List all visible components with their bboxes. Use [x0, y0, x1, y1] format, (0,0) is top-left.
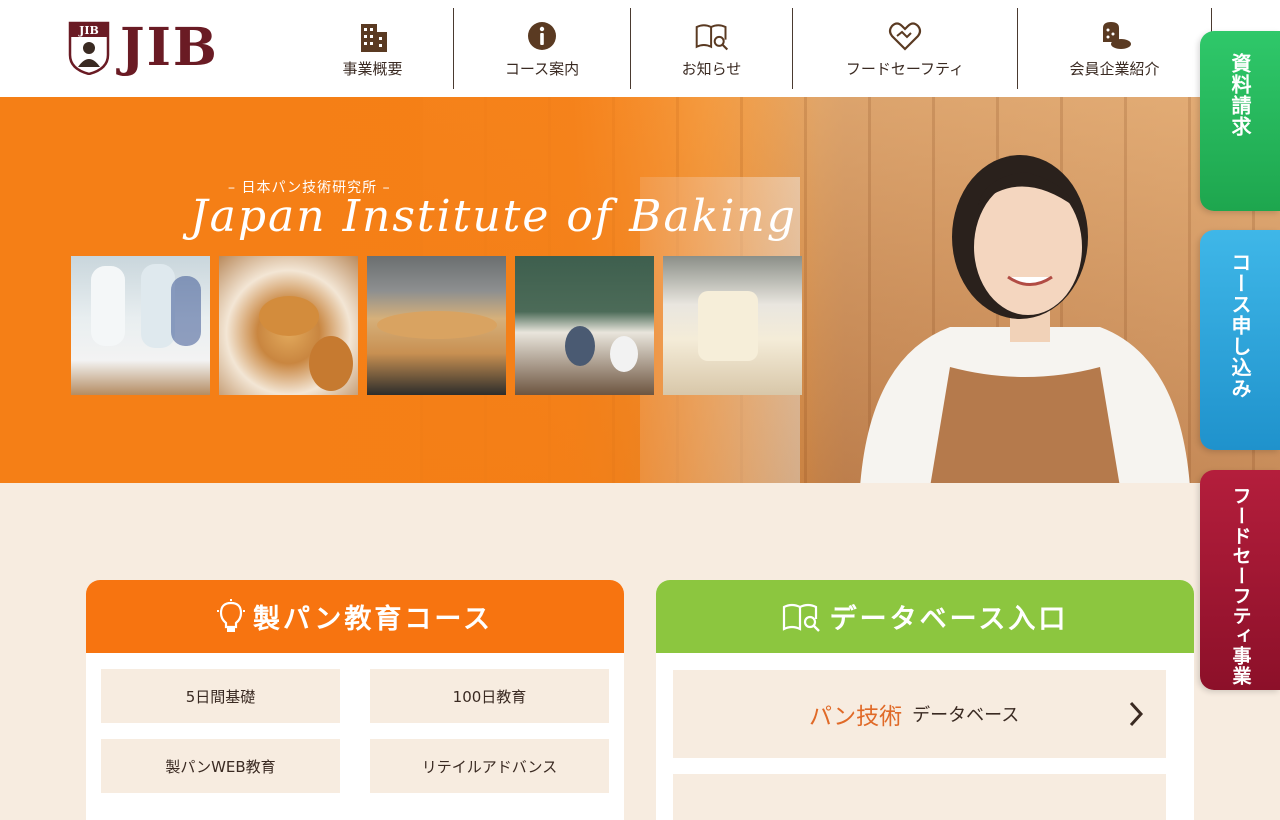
side-tab-label: 資料請求	[1228, 53, 1252, 137]
side-tab-food-safety[interactable]: フードセーフティ事業	[1200, 470, 1280, 690]
jib-logo[interactable]: JIB JIB	[68, 20, 219, 76]
education-card-title: 製パン教育コース	[253, 604, 493, 635]
nav-item-news[interactable]: お知らせ	[631, 8, 793, 89]
course-button-web[interactable]: 製パンWEB教育	[101, 739, 340, 793]
database-link-sub: データベース	[912, 705, 1020, 726]
database-link-second[interactable]	[673, 774, 1166, 820]
hero-photo-classroom	[515, 256, 654, 395]
chevron-right-icon	[1129, 701, 1144, 727]
crest-icon: JIB	[68, 21, 110, 75]
book-search-icon	[782, 603, 820, 632]
nav-label: フードセーフティ	[845, 60, 965, 78]
hero-photo-loaves	[219, 256, 358, 395]
building-icon	[360, 24, 387, 52]
course-button-100day[interactable]: 100日教育	[370, 669, 609, 723]
hero-banner: – 日本パン技術研究所 – Japan Institute of Baking	[0, 97, 1280, 483]
info-icon	[528, 22, 556, 50]
side-tab-label: フードセーフティ事業	[1229, 486, 1252, 686]
nav-item-about[interactable]: 事業概要	[292, 8, 454, 89]
nav-item-members[interactable]: 会員企業紹介	[1018, 8, 1212, 89]
book-search-icon	[695, 24, 728, 51]
heart-handshake-icon	[888, 22, 922, 51]
logo-text: JIB	[120, 17, 219, 78]
hero-person-illustration	[860, 155, 1190, 483]
site-header: JIB JIB 事業概要 コース案内 お知らせ フードセーフティ 会員企業紹介	[0, 0, 1280, 98]
database-card-title: データベース入口	[829, 604, 1069, 635]
database-card-header: データベース入口	[656, 580, 1194, 653]
nav-item-food-safety[interactable]: フードセーフティ	[793, 8, 1018, 89]
hero-photo-baguettes	[367, 256, 506, 395]
education-card-header: 製パン教育コース	[86, 580, 624, 653]
course-button-grid: 5日間基礎 100日教育 製パンWEB教育 リテイルアドバンス	[101, 669, 609, 793]
course-button-retail-advance[interactable]: リテイルアドバンス	[370, 739, 609, 793]
nav-label: 事業概要	[342, 60, 403, 78]
hero-title: Japan Institute of Baking	[190, 191, 797, 242]
course-button-5day[interactable]: 5日間基礎	[101, 669, 340, 723]
database-card: データベース入口 パン技術 データベース	[656, 580, 1194, 820]
side-tab-document-request[interactable]: 資料請求	[1200, 31, 1280, 211]
hero-photo-lecture	[71, 256, 210, 395]
side-tab-label: コース申し込み	[1228, 252, 1252, 399]
main-nav: 事業概要 コース案内 お知らせ フードセーフティ 会員企業紹介	[292, 8, 1212, 89]
nav-label: 会員企業紹介	[1069, 60, 1160, 78]
crest-text: JIB	[78, 24, 99, 37]
side-tab-course-apply[interactable]: コース申し込み	[1200, 230, 1280, 450]
bread-icon	[1102, 22, 1131, 49]
nav-item-courses[interactable]: コース案内	[454, 8, 631, 89]
bread-tech-database-link[interactable]: パン技術 データベース	[673, 670, 1166, 758]
hero-photo-dough	[663, 256, 802, 395]
education-course-card: 製パン教育コース 5日間基礎 100日教育 製パンWEB教育 リテイルアドバンス	[86, 580, 624, 820]
lightbulb-icon	[217, 598, 245, 632]
database-link-main: パン技術	[809, 704, 903, 730]
nav-label: コース案内	[504, 60, 580, 78]
nav-label: お知らせ	[681, 60, 742, 78]
hero-photo-strip	[71, 256, 802, 395]
